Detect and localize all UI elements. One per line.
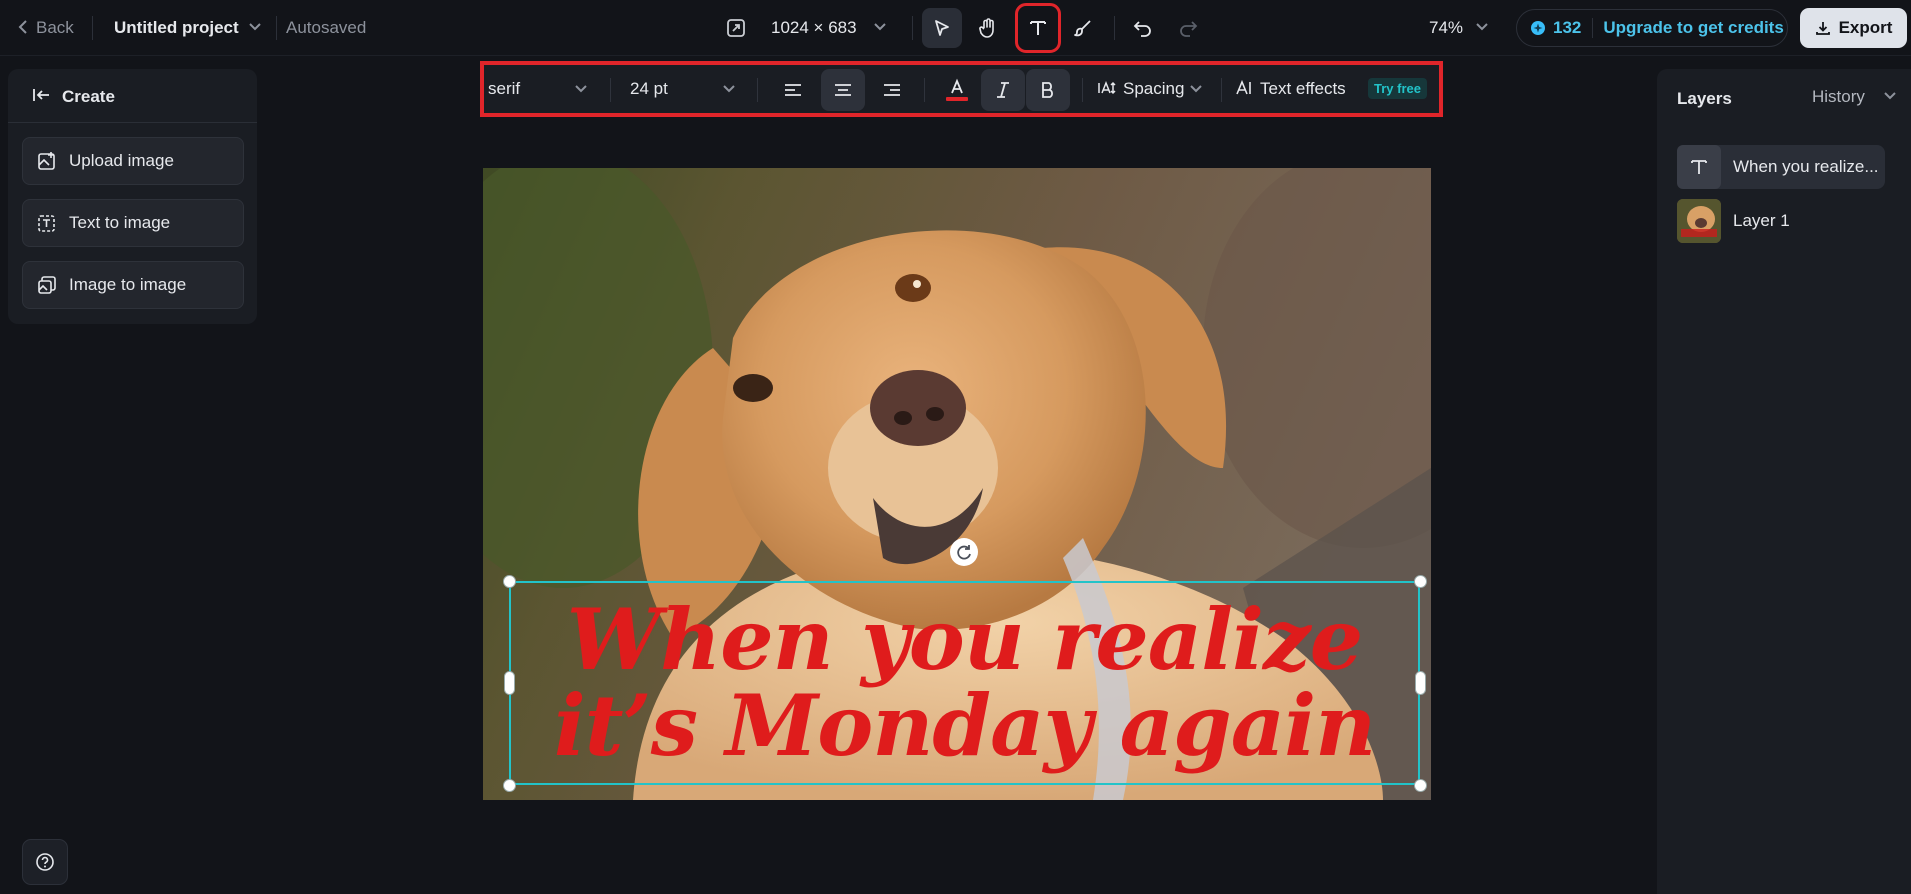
button-label: Image to image: [69, 275, 187, 294]
help-icon: [36, 853, 54, 871]
project-title[interactable]: Untitled project: [114, 18, 239, 38]
resize-handle-right[interactable]: [1415, 671, 1426, 695]
brush-tool-button[interactable]: [1063, 8, 1103, 48]
rotate-handle[interactable]: [950, 538, 978, 566]
export-button[interactable]: Export: [1800, 8, 1907, 48]
button-label: Text to image: [69, 213, 171, 232]
divider: [276, 16, 277, 40]
upgrade-link[interactable]: Upgrade to get credits: [1603, 18, 1783, 38]
bold-button[interactable]: [1026, 69, 1070, 111]
rotate-icon: [957, 545, 971, 560]
chevron-down-icon[interactable]: [1883, 91, 1897, 101]
chevron-down-icon[interactable]: [1475, 22, 1489, 32]
text-icon: [1691, 160, 1707, 174]
divider: [610, 78, 611, 102]
layers-panel: Layers History When you realize... Layer…: [1657, 69, 1911, 894]
layer-name: When you realize...: [1733, 157, 1879, 176]
image-to-image-icon: [38, 276, 56, 294]
create-panel: Create Upload image Text to image Image …: [8, 69, 257, 324]
resize-handle-left[interactable]: [504, 671, 515, 695]
chevron-down-icon[interactable]: [873, 22, 887, 32]
redo-icon: [1180, 21, 1198, 37]
chevron-down-icon[interactable]: [248, 22, 262, 32]
resize-icon[interactable]: [725, 17, 747, 39]
text-tool-button[interactable]: [1015, 3, 1061, 53]
save-status: Autosaved: [286, 18, 367, 37]
divider: [1221, 78, 1222, 102]
try-free-badge: Try free: [1368, 78, 1427, 99]
collapse-arrow-icon[interactable]: [33, 87, 51, 103]
font-size-select[interactable]: 24 pt: [630, 79, 668, 99]
align-right-button[interactable]: [872, 69, 912, 111]
resize-handle-bottom-right[interactable]: [1414, 779, 1427, 792]
divider: [1082, 78, 1083, 102]
select-tool-button[interactable]: [922, 8, 962, 48]
chevron-left-icon: [18, 19, 28, 35]
brush-icon: [1074, 20, 1091, 37]
upload-image-button[interactable]: Upload image: [22, 137, 244, 185]
image-layer-thumb: [1677, 199, 1721, 243]
chevron-down-icon[interactable]: [1189, 84, 1203, 94]
layer-item-text[interactable]: When you realize...: [1677, 145, 1885, 189]
divider: [757, 78, 758, 102]
spacing-icon: [1098, 80, 1116, 96]
divider: [92, 16, 93, 40]
credits-count: 132: [1553, 18, 1582, 37]
spacing-button[interactable]: Spacing: [1123, 79, 1184, 99]
italic-icon: [997, 82, 1009, 98]
align-right-icon: [884, 84, 900, 96]
credit-coin-icon: [1530, 20, 1546, 36]
cursor-icon: [935, 20, 949, 36]
undo-icon: [1133, 21, 1151, 37]
text-effects-button[interactable]: Text effects: [1260, 79, 1346, 99]
layer-name: Layer 1: [1733, 211, 1790, 230]
align-left-icon: [785, 84, 801, 96]
resize-handle-top-left[interactable]: [503, 575, 516, 588]
chevron-down-icon[interactable]: [574, 84, 588, 94]
divider: [8, 122, 257, 123]
layers-title: Layers: [1677, 89, 1732, 108]
divider: [924, 78, 925, 102]
text-to-image-button[interactable]: Text to image: [22, 199, 244, 247]
help-button[interactable]: [22, 839, 68, 885]
image-to-image-button[interactable]: Image to image: [22, 261, 244, 309]
redo-button[interactable]: [1168, 8, 1208, 48]
divider: [912, 16, 913, 40]
export-label: Export: [1838, 18, 1893, 37]
panel-title: Create: [62, 87, 115, 106]
italic-button[interactable]: [981, 69, 1025, 111]
hand-tool-button[interactable]: [968, 8, 1008, 48]
chevron-down-icon[interactable]: [722, 84, 736, 94]
text-icon: [1030, 21, 1046, 35]
upload-image-icon: [38, 152, 55, 170]
text-layer-thumb: [1677, 145, 1721, 189]
text-to-image-icon: [38, 215, 55, 232]
resize-handle-top-right[interactable]: [1414, 575, 1427, 588]
align-left-button[interactable]: [773, 69, 813, 111]
text-effects-icon: [1236, 80, 1254, 96]
back-button[interactable]: Back: [36, 18, 74, 38]
text-color-button[interactable]: [937, 69, 977, 111]
history-button[interactable]: History: [1812, 87, 1865, 107]
download-icon: [1815, 22, 1830, 35]
zoom-level[interactable]: 74%: [1429, 18, 1463, 38]
text-format-toolbar: serif 24 pt Spacing Text effects Try fre…: [480, 61, 1443, 117]
canvas-size[interactable]: 1024 × 683: [771, 18, 857, 38]
align-center-icon: [835, 84, 851, 96]
resize-handle-bottom-left[interactable]: [503, 779, 516, 792]
align-center-button[interactable]: [821, 69, 865, 111]
layer-item-image[interactable]: Layer 1: [1677, 199, 1885, 243]
bold-icon: [1042, 82, 1053, 98]
credits-pill[interactable]: 132 Upgrade to get credits: [1516, 9, 1788, 47]
button-label: Upload image: [69, 151, 174, 170]
top-bar: Back Untitled project Autosaved 1024 × 6…: [0, 0, 1911, 56]
text-color-icon: [946, 78, 968, 101]
hand-icon: [979, 18, 994, 38]
undo-button[interactable]: [1123, 8, 1163, 48]
divider: [1592, 18, 1594, 38]
divider: [1114, 16, 1115, 40]
text-selection-box[interactable]: [509, 581, 1420, 785]
font-family-select[interactable]: serif: [488, 79, 520, 99]
